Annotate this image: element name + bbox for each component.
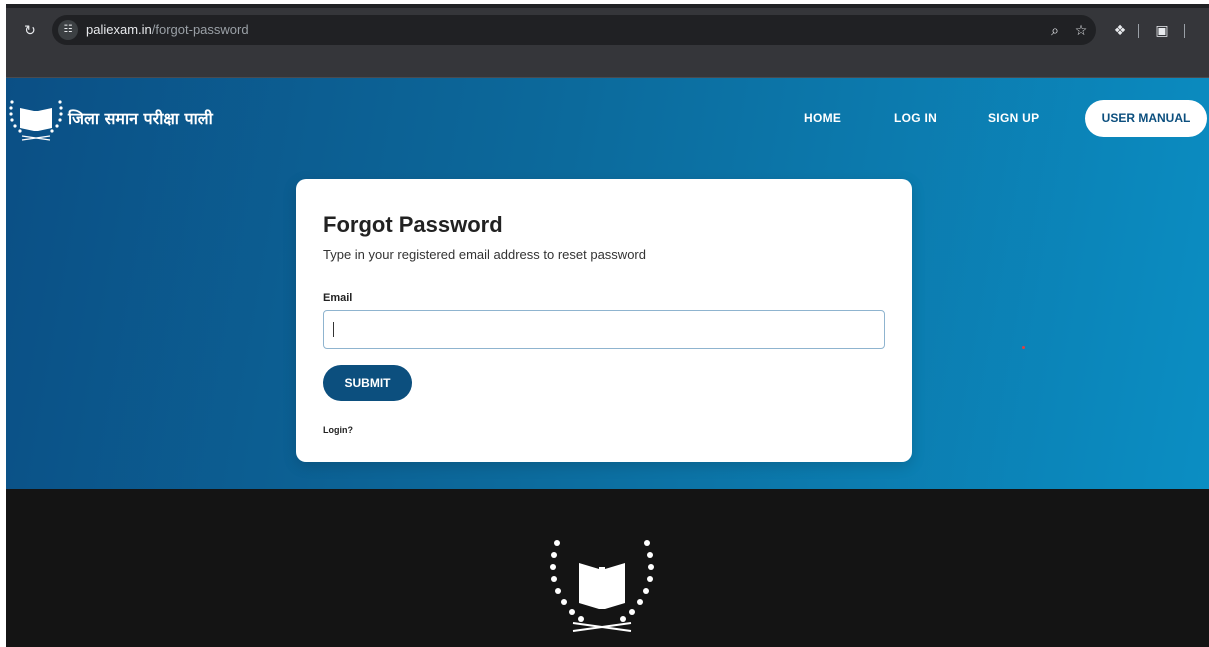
url-host: paliexam.in [86,22,152,37]
side-panel-icon[interactable]: ▣ [1152,20,1172,40]
submit-button[interactable]: SUBMIT [323,365,412,401]
browser-tabstrip [0,0,1209,8]
reload-icon[interactable]: ↻ [18,18,42,42]
forgot-password-card: Forgot Password Type in your registered … [296,179,912,462]
footer [6,489,1209,647]
nav-login-link[interactable]: LOG IN [894,111,937,125]
book-laurel-icon [9,100,63,141]
text-caret [333,322,334,337]
bookmarks-bar [6,48,1209,78]
footer-book-laurel-icon [550,540,654,632]
page-title: Forgot Password [323,212,503,237]
login-link[interactable]: Login? [323,425,353,435]
email-field[interactable] [323,310,885,349]
nav-home-link[interactable]: HOME [804,111,841,125]
page-viewport: जिला समान परीक्षा पाली HOME LOG IN SIGN … [6,78,1209,647]
site-info-icon[interactable]: ☷ [58,20,78,40]
toolbar-separator [1184,24,1185,38]
nav-signup-link[interactable]: SIGN UP [988,111,1039,125]
extensions-icon[interactable]: ❖ [1110,20,1130,40]
email-label: Email [323,292,353,304]
url-path: /forgot-password [151,22,249,37]
browser-toolbar: ↻ ☷ paliexam.in/forgot-password ⌕ ☆ ❖ ▣ [6,8,1209,78]
hero-section: जिला समान परीक्षा पाली HOME LOG IN SIGN … [6,78,1209,489]
zoom-icon[interactable]: ⌕ [1046,21,1064,39]
user-manual-button[interactable]: USER MANUAL [1085,100,1207,137]
address-bar[interactable]: ☷ paliexam.in/forgot-password ⌕ ☆ [52,15,1096,45]
url-text[interactable]: paliexam.in/forgot-password [86,22,249,37]
site-logo[interactable]: जिला समान परीक्षा पाली [6,94,213,142]
form-subtitle: Type in your registered email address to… [323,247,646,262]
decorative-dot [1022,346,1025,349]
site-title: जिला समान परीक्षा पाली [68,109,213,128]
toolbar-separator [1138,24,1139,38]
bookmark-star-icon[interactable]: ☆ [1072,21,1090,39]
